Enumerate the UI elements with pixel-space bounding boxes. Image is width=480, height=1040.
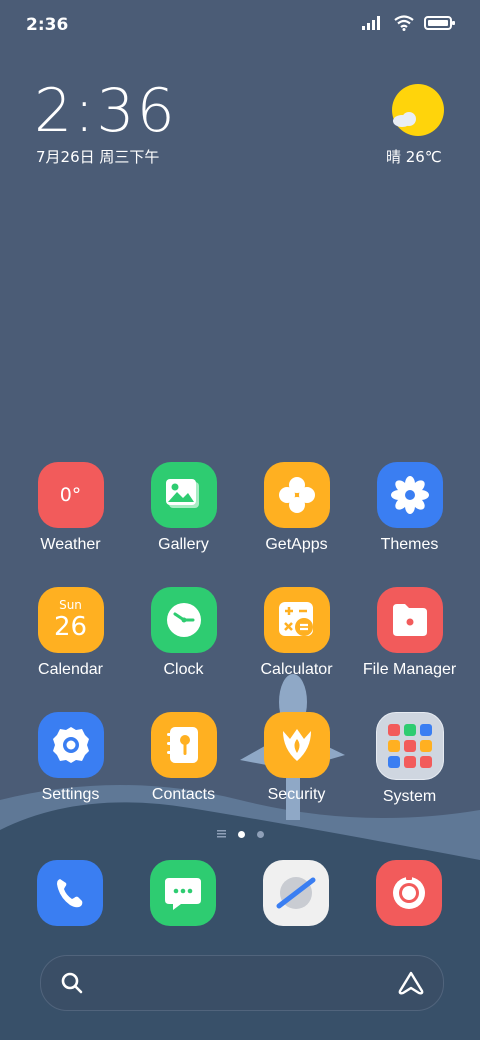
app-label-gallery: Gallery [158, 536, 209, 553]
app-label-file-manager: File Manager [362, 661, 457, 678]
status-bar: 2:36 [0, 0, 480, 52]
contacts-book-icon[interactable] [150, 712, 217, 778]
app-label-clock: Clock [163, 661, 204, 678]
themes-icon[interactable] [376, 462, 443, 528]
camera-icon[interactable] [376, 860, 442, 926]
page-dot-active [237, 830, 245, 838]
clock-icon[interactable] [150, 587, 217, 653]
app-themes[interactable]: Themes [353, 462, 466, 554]
app-contacts[interactable]: Contacts [127, 712, 240, 804]
app-calculator[interactable]: Calculator [240, 587, 353, 679]
weather-temp-text: 0° [59, 484, 82, 506]
search-bar[interactable] [40, 955, 444, 1011]
app-label-calendar: Calendar [38, 661, 103, 678]
folder-grid-icon[interactable] [375, 712, 444, 780]
status-icons [362, 15, 456, 31]
sunny-icon[interactable] [392, 84, 444, 136]
app-label-system: System [382, 788, 437, 805]
app-label-settings: Settings [41, 786, 100, 803]
app-getapps[interactable]: GetApps [240, 462, 353, 554]
app-label-themes: Themes [380, 536, 439, 553]
clock-widget-time[interactable]: 2:36 [34, 76, 177, 146]
assistant-icon[interactable] [397, 970, 425, 996]
status-time: 2:36 [26, 15, 69, 35]
app-settings[interactable]: Settings [14, 712, 127, 804]
signal-icon [362, 16, 380, 30]
search-icon [61, 972, 83, 994]
app-clock[interactable]: Clock [127, 587, 240, 679]
home-list-icon [216, 830, 226, 838]
app-folder-system[interactable]: System [353, 712, 466, 806]
app-weather[interactable]: 0° Weather [14, 462, 127, 554]
app-label-contacts: Contacts [151, 786, 216, 803]
app-label-security: Security [267, 786, 326, 803]
calendar-day-name: Sun [59, 598, 82, 612]
page-dot [256, 830, 264, 838]
wifi-icon [394, 15, 414, 31]
gear-icon[interactable] [37, 712, 104, 778]
weather-app-icon[interactable]: 0° [37, 462, 104, 528]
clock-widget-date: 7月26日 周三下午 [36, 148, 160, 166]
app-file-manager[interactable]: File Manager [353, 587, 466, 679]
page-indicator[interactable] [0, 830, 480, 838]
app-security[interactable]: Security [240, 712, 353, 804]
weather-summary: 晴 26℃ [386, 148, 442, 166]
app-label-getapps: GetApps [265, 536, 328, 553]
battery-icon [424, 16, 455, 30]
app-label-weather: Weather [40, 536, 101, 553]
app-label-calculator: Calculator [260, 661, 333, 678]
app-gallery[interactable]: Gallery [127, 462, 240, 554]
phone-icon[interactable] [37, 860, 103, 926]
folder-icon[interactable] [376, 587, 443, 653]
browser-icon[interactable] [263, 860, 329, 926]
dock [0, 860, 480, 926]
getapps-icon[interactable] [263, 462, 330, 528]
calendar-icon[interactable]: Sun 26 [37, 587, 104, 653]
gallery-icon[interactable] [150, 462, 217, 528]
message-icon[interactable] [150, 860, 216, 926]
app-calendar[interactable]: Sun 26 Calendar [14, 587, 127, 679]
calculator-icon[interactable] [263, 587, 330, 653]
calendar-day-number: 26 [53, 612, 88, 642]
security-shield-icon[interactable] [263, 712, 330, 778]
